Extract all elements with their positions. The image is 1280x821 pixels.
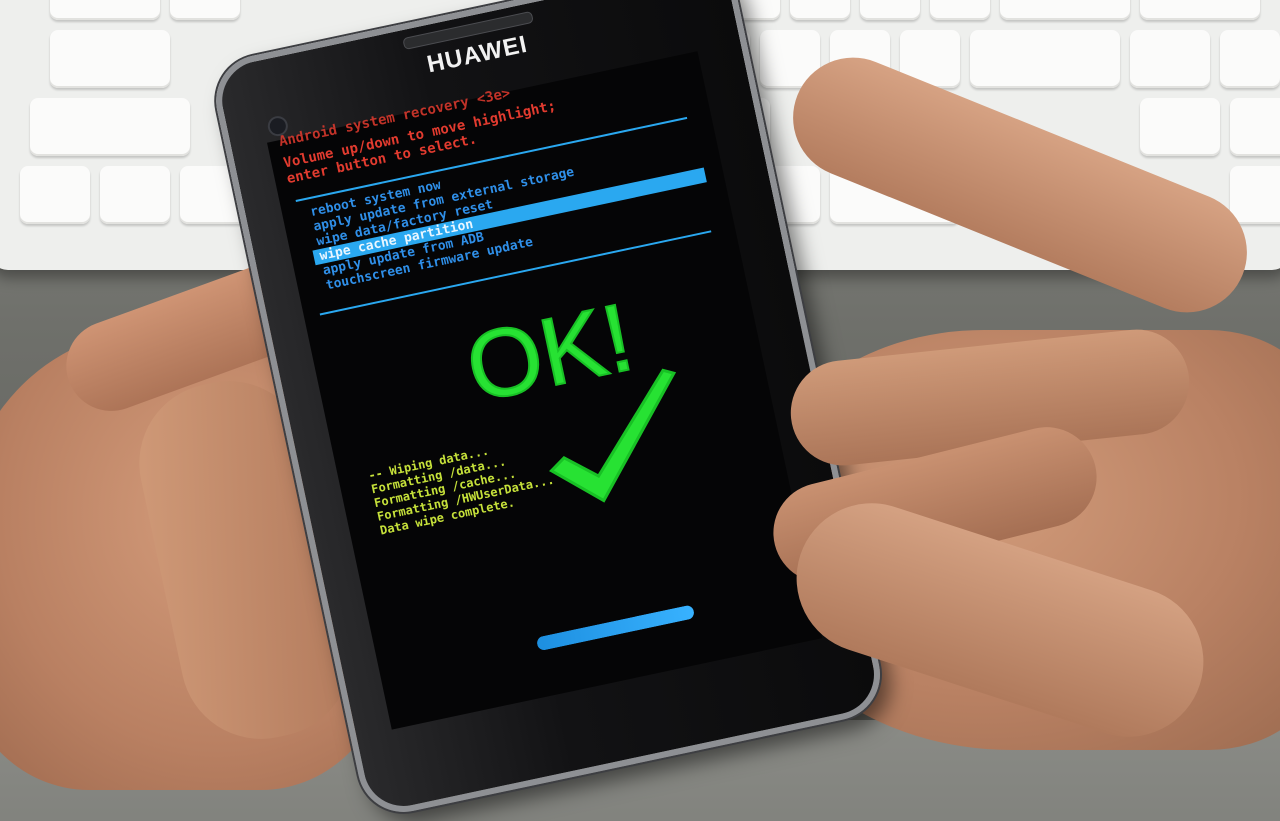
- keyboard-key: [1130, 30, 1210, 88]
- keyboard-key: [50, 0, 160, 20]
- keyboard-key: [860, 0, 920, 20]
- recovery-screen[interactable]: Android system recovery <3e> Volume up/d…: [267, 51, 823, 730]
- keyboard-key: [970, 30, 1120, 88]
- progress-fill: [535, 604, 696, 652]
- wipe-log: -- Wiping data... Formatting /data... Fo…: [367, 431, 558, 538]
- keyboard-key: [50, 30, 170, 88]
- keyboard-key: [170, 0, 240, 20]
- keyboard-key: [1220, 30, 1280, 88]
- keyboard-key: [100, 166, 170, 224]
- keyboard-key: [790, 0, 850, 20]
- keyboard-key: [1230, 98, 1280, 156]
- keyboard-key: [1140, 98, 1220, 156]
- progress-bar: [535, 604, 696, 652]
- keyboard-key: [1140, 0, 1260, 20]
- keyboard-key: [1000, 0, 1130, 20]
- keyboard-key: [20, 166, 90, 224]
- keyboard-key: [1230, 166, 1280, 224]
- keyboard-key: [930, 0, 990, 20]
- keyboard-key: [30, 98, 190, 156]
